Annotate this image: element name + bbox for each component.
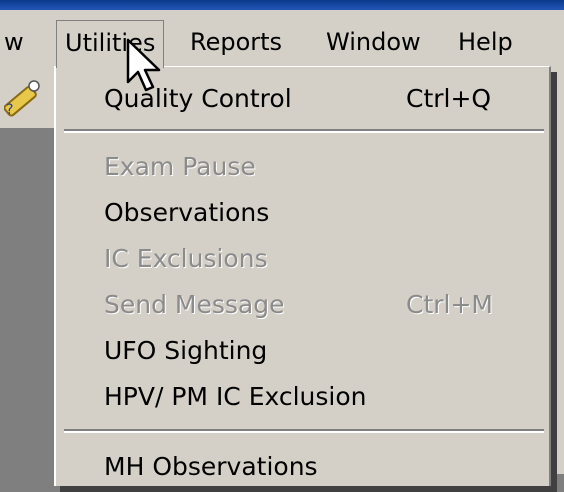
menu-item-ufo-sighting[interactable]: UFO Sighting	[104, 331, 267, 371]
shortcut-send-message: Ctrl+M	[406, 290, 493, 319]
menu-separator	[64, 429, 544, 433]
toolbar: ?	[0, 66, 60, 128]
menu-item-hpv-pm-ic-exclusion[interactable]: HPV/ PM IC Exclusion	[104, 377, 367, 417]
menu-bar: w Utilities Reports Window Help	[0, 10, 564, 68]
menu-reports[interactable]: Reports	[190, 20, 282, 64]
menu-help[interactable]: Help	[458, 20, 513, 64]
mouse-cursor-icon	[126, 38, 161, 92]
menu-window[interactable]: Window	[326, 20, 421, 64]
menu-item-mh-observations[interactable]: MH Observations	[104, 447, 318, 487]
utilities-dropdown-menu: Quality Control Ctrl+Q Exam Pause Observ…	[54, 66, 551, 486]
menu-separator	[64, 129, 544, 133]
menu-item-ic-exclusions: IC Exclusions	[104, 244, 268, 273]
window-title-strip	[0, 0, 564, 10]
menu-item-send-message: Send Message	[104, 290, 285, 319]
menu-item-exam-pause: Exam Pause	[104, 152, 256, 181]
menu-view[interactable]: w	[4, 20, 24, 64]
menu-item-observations[interactable]: Observations	[104, 193, 269, 233]
svg-text:?: ?	[6, 102, 13, 118]
shortcut-quality-control: Ctrl+Q	[406, 84, 492, 113]
help-wand-icon[interactable]: ?	[4, 78, 44, 118]
